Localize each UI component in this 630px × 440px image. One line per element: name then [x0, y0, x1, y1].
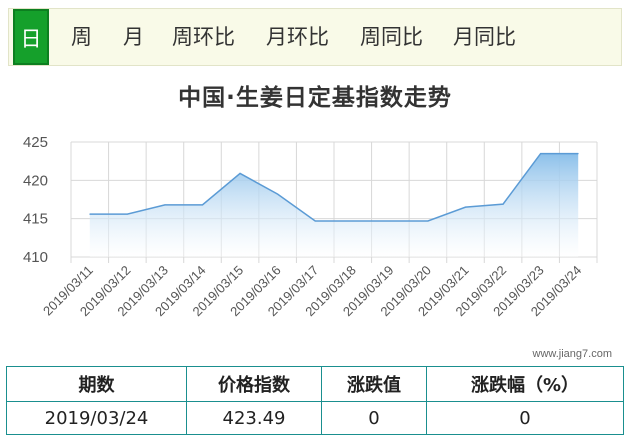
- y-tick-label-2: 420: [23, 172, 48, 189]
- header-price-index: 价格指数: [186, 366, 322, 402]
- tab-month-ring[interactable]: 月环比: [266, 9, 329, 65]
- tab-week-yoy[interactable]: 周同比: [360, 9, 423, 65]
- y-tick-label-3: 425: [23, 134, 48, 151]
- data-point-5: [277, 193, 279, 195]
- tab-day[interactable]: 日: [13, 9, 49, 65]
- data-point-11: [502, 203, 504, 205]
- x-axis-ticks: 2019/03/112019/03/122019/03/132019/03/14…: [40, 263, 584, 320]
- header-change-percent: 涨跌幅（%）: [426, 366, 624, 402]
- period-tab-bar: 日 周 月 周环比 月环比 周同比 月同比: [8, 8, 622, 66]
- data-point-4: [239, 172, 241, 174]
- tab-month-yoy[interactable]: 月同比: [453, 9, 516, 65]
- data-point-7: [352, 220, 354, 222]
- ginger-index-area-chart: 410 415 420 425 2019/03/112019/03/122019/03…: [23, 134, 598, 320]
- data-point-6: [314, 220, 316, 222]
- cell-price-index: 423.49: [186, 401, 322, 435]
- data-point-2: [164, 204, 166, 206]
- data-point-12: [540, 153, 542, 155]
- chart-title: 中国·生姜日定基指数走势: [178, 85, 452, 111]
- summary-header-row: 期数 价格指数 涨跌值 涨跌幅（%）: [6, 366, 624, 402]
- table-row: 2019/03/24 423.49 0 0: [6, 401, 624, 435]
- y-tick-label-0: 410: [23, 249, 48, 266]
- site-watermark: www.jiang7.com: [532, 348, 612, 360]
- data-point-0: [89, 213, 91, 215]
- tab-week[interactable]: 周: [71, 9, 92, 65]
- cell-change-percent: 0: [426, 401, 624, 435]
- summary-table: 期数 价格指数 涨跌值 涨跌幅（%） 2019/03/24 423.49 0 0: [6, 366, 624, 435]
- tab-month[interactable]: 月: [123, 9, 144, 65]
- header-change-value: 涨跌值: [321, 366, 427, 402]
- data-point-1: [126, 213, 128, 215]
- header-period: 期数: [6, 366, 187, 402]
- data-point-10: [465, 206, 466, 208]
- data-point-9: [427, 220, 429, 222]
- tab-week-ring[interactable]: 周环比: [172, 9, 235, 65]
- data-point-3: [202, 204, 203, 206]
- y-axis-ticks: 410 415 420 425: [23, 134, 48, 266]
- cell-period: 2019/03/24: [6, 401, 187, 435]
- data-point-8: [389, 220, 391, 222]
- data-point-13: [577, 153, 579, 155]
- cell-change-value: 0: [321, 401, 427, 435]
- y-tick-label-1: 415: [23, 211, 48, 228]
